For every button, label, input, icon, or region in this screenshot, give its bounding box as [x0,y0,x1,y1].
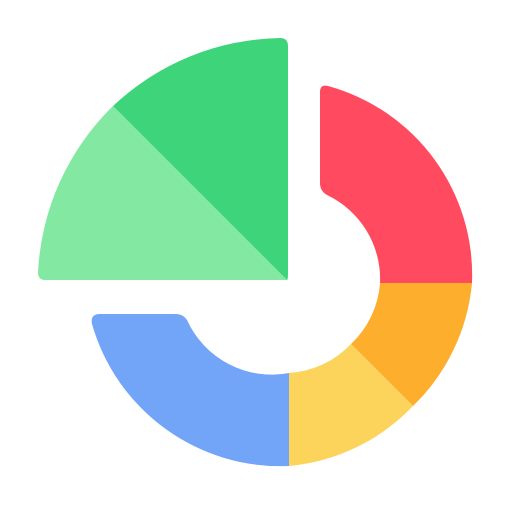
ring-blue-segment [91,314,290,467]
ring-red-segment [320,85,473,283]
pie-chart-icon [38,38,473,467]
app-icon [0,0,512,512]
